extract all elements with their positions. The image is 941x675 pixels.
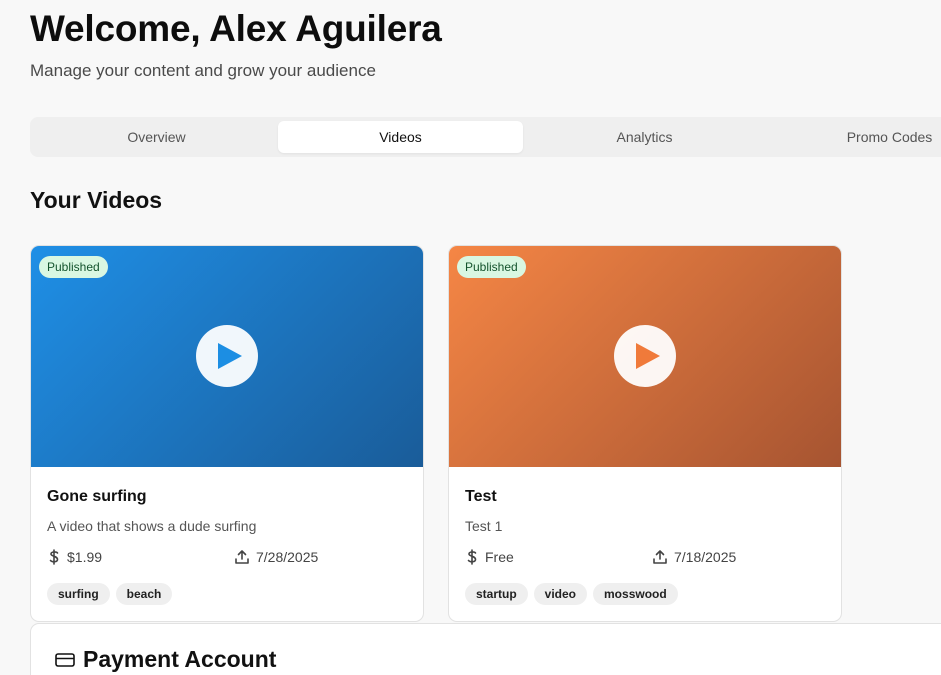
price-label: Free xyxy=(485,549,514,565)
section-title-your-videos: Your Videos xyxy=(30,187,163,213)
play-button[interactable] xyxy=(614,325,676,387)
tab-analytics[interactable]: Analytics xyxy=(522,121,767,153)
video-description: Test 1 xyxy=(465,518,503,534)
payment-account-card: Payment Account xyxy=(30,623,941,675)
video-card[interactable]: Published Gone surfing A video that show… xyxy=(30,245,424,622)
date-label: 7/18/2025 xyxy=(674,549,737,565)
upload-icon xyxy=(653,550,667,564)
tag: beach xyxy=(115,583,173,605)
tag-list: surfing beach xyxy=(47,583,173,605)
tag: video xyxy=(533,583,588,605)
credit-card-icon xyxy=(55,652,75,667)
tab-overview[interactable]: Overview xyxy=(34,121,279,153)
tab-bar: Overview Videos Analytics Promo Codes xyxy=(30,117,941,157)
video-thumbnail[interactable]: Published xyxy=(31,246,423,467)
page-title: Welcome, Alex Aguilera xyxy=(30,8,442,49)
video-description: A video that shows a dude surfing xyxy=(47,518,257,534)
status-badge: Published xyxy=(457,256,526,278)
video-card[interactable]: Published Test Test 1 Free 7/18/2025 sta… xyxy=(448,245,842,622)
video-price: $1.99 xyxy=(47,549,102,565)
date-label: 7/28/2025 xyxy=(256,549,319,565)
play-icon xyxy=(635,343,660,369)
tag: startup xyxy=(465,583,528,605)
video-title: Test xyxy=(465,488,497,505)
upload-icon xyxy=(235,550,249,564)
dollar-icon xyxy=(49,549,59,565)
play-icon xyxy=(217,343,242,369)
tag-list: startup video mosswood xyxy=(465,583,678,605)
video-date: 7/18/2025 xyxy=(652,549,736,565)
payment-account-title: Payment Account xyxy=(83,646,277,672)
tag: surfing xyxy=(47,583,110,605)
page-subtitle: Manage your content and grow your audien… xyxy=(30,61,376,80)
creator-dashboard: Welcome, Alex Aguilera Manage your conte… xyxy=(0,0,941,675)
video-thumbnail[interactable]: Published xyxy=(449,246,841,467)
price-label: $1.99 xyxy=(67,549,103,565)
status-badge: Published xyxy=(39,256,108,278)
tag: mosswood xyxy=(593,583,678,605)
payment-account-heading: Payment Account xyxy=(55,646,276,673)
tab-promo-codes[interactable]: Promo Codes xyxy=(767,121,941,153)
video-date: 7/28/2025 xyxy=(234,549,318,565)
dollar-icon xyxy=(467,549,477,565)
play-button[interactable] xyxy=(196,325,258,387)
tab-videos[interactable]: Videos xyxy=(278,121,523,153)
video-price: Free xyxy=(465,549,514,565)
video-title: Gone surfing xyxy=(47,488,147,505)
